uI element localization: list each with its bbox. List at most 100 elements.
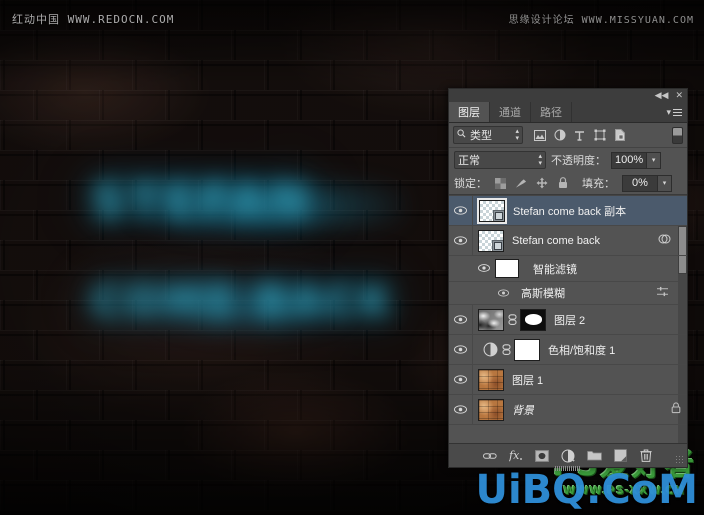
add-layer-mask-icon[interactable] xyxy=(535,448,550,463)
filter-icon-group xyxy=(533,129,626,142)
lock-image-pixels-icon[interactable] xyxy=(515,177,527,189)
fill-label: 填充： xyxy=(582,178,615,190)
collapse-panel-icon[interactable]: ◀◀ xyxy=(655,91,669,100)
table-row[interactable]: 智能滤镜 xyxy=(449,256,687,282)
link-mask-icon[interactable] xyxy=(507,313,517,326)
adjustment-layer-icon[interactable] xyxy=(553,129,566,142)
smart-filter-icon[interactable] xyxy=(658,233,671,249)
filter-name[interactable]: 高斯模糊 xyxy=(521,285,565,301)
layers-list[interactable]: Stefan come back 副本 Stefan come back 智能滤… xyxy=(449,195,687,443)
link-mask-icon[interactable] xyxy=(501,343,511,356)
opacity-control[interactable]: 100% ▾ xyxy=(611,151,662,169)
layer-style-fx-icon[interactable]: fx xyxy=(509,448,524,463)
shape-layer-icon[interactable] xyxy=(593,129,606,142)
opacity-dropdown-icon[interactable]: ▾ xyxy=(647,151,662,169)
layer-name[interactable]: 图层 1 xyxy=(512,372,543,388)
layer-mask-thumbnail[interactable] xyxy=(514,338,540,361)
lock-row: 锁定： 填充： 0% ▾ xyxy=(449,172,687,195)
smart-object-badge-icon xyxy=(492,239,503,251)
eye-icon xyxy=(497,288,511,298)
lock-transparent-pixels-icon[interactable] xyxy=(494,177,506,189)
layer-name[interactable]: Stefan come back xyxy=(512,235,600,247)
layer-thumbnail[interactable] xyxy=(477,197,507,224)
table-row[interactable]: 色相/饱和度 1 xyxy=(449,335,687,365)
white-mask xyxy=(515,339,539,360)
blend-mode-value: 正常 xyxy=(458,155,480,167)
close-panel-icon[interactable]: ✕ xyxy=(675,91,683,100)
layer-visibility-toggle[interactable] xyxy=(449,335,473,364)
watermark-top-left: 红动中国 WWW.REDOCN.COM xyxy=(12,13,175,26)
layer-name[interactable]: 图层 2 xyxy=(554,312,585,328)
layer-thumbnail[interactable] xyxy=(478,308,504,331)
fill-value[interactable]: 0% xyxy=(622,174,658,192)
new-adjustment-layer-icon[interactable] xyxy=(561,448,576,463)
row-end-icons xyxy=(658,233,671,249)
fill-control[interactable]: 0% ▾ xyxy=(622,174,672,192)
smart-filter-group-label[interactable]: 智能滤镜 xyxy=(533,261,577,277)
layer-thumbnail[interactable] xyxy=(478,398,504,421)
opacity-label: 不透明度： xyxy=(551,155,606,167)
eye-icon xyxy=(454,375,467,384)
new-layer-icon[interactable] xyxy=(613,448,628,463)
layer-visibility-toggle[interactable] xyxy=(449,365,473,394)
table-row[interactable]: 背景 xyxy=(449,395,687,425)
panel-bottom-resize-handle[interactable] xyxy=(555,466,581,471)
watermark-uibq: UiBQ.CoM xyxy=(475,467,698,513)
table-row[interactable]: 高斯模糊 xyxy=(449,282,687,305)
stepper-arrows-icon: ▴ ▾ xyxy=(515,128,519,142)
eye-icon xyxy=(454,405,467,414)
search-icon xyxy=(457,129,466,141)
filter-enable-toggle[interactable] xyxy=(672,126,683,144)
panel-titlebar: ◀◀ ✕ xyxy=(449,89,687,102)
link-layers-icon[interactable] xyxy=(483,448,498,463)
stepper-arrows-icon: ▴ ▾ xyxy=(538,153,542,167)
eye-icon xyxy=(477,264,491,273)
blend-mode-select[interactable]: 正常 ▴ ▾ xyxy=(454,151,546,169)
smart-filter-visibility-toggle[interactable] xyxy=(473,264,495,273)
svg-text:fx: fx xyxy=(509,449,520,462)
eye-icon xyxy=(454,345,467,354)
lock-position-icon[interactable] xyxy=(536,177,548,189)
filter-visibility-toggle[interactable] xyxy=(493,288,515,298)
lock-icon-group xyxy=(494,177,569,189)
new-group-icon[interactable] xyxy=(586,448,602,463)
cloud-texture-thumb xyxy=(479,309,503,330)
watermark-top-right: 思缘设计论坛 WWW.MISSYUAN.COM xyxy=(508,15,694,26)
table-row[interactable]: Stefan come back xyxy=(449,226,687,256)
tab-channels[interactable]: 通道 xyxy=(490,102,531,122)
smart-object-filter-icon[interactable] xyxy=(613,129,626,142)
panel-resize-grip[interactable] xyxy=(675,455,685,465)
layer-filter-row: 类型 ▴ ▾ xyxy=(449,123,687,148)
opacity-value[interactable]: 100% xyxy=(611,151,648,169)
layer-name[interactable]: Stefan come back 副本 xyxy=(513,203,626,219)
layer-thumbnail[interactable] xyxy=(478,368,504,391)
table-row[interactable]: 图层 2 xyxy=(449,305,687,335)
hue-saturation-icon[interactable] xyxy=(483,342,498,357)
filter-blending-options-icon[interactable] xyxy=(656,286,669,300)
row-end-icons xyxy=(656,286,669,300)
layer-mask-thumbnail[interactable] xyxy=(520,308,546,331)
panel-footer-toolbar: fx xyxy=(449,443,687,467)
type-layer-icon[interactable] xyxy=(573,129,586,142)
layer-visibility-toggle[interactable] xyxy=(449,226,473,255)
layer-visibility-toggle[interactable] xyxy=(449,305,473,334)
layer-visibility-toggle[interactable] xyxy=(449,395,473,424)
lock-all-icon[interactable] xyxy=(557,177,569,189)
panel-menu-button[interactable]: ▾ xyxy=(666,102,687,122)
chevron-down-icon: ▾ xyxy=(666,106,671,117)
smart-filter-mask-thumbnail[interactable] xyxy=(495,259,519,278)
brick-texture-thumb xyxy=(479,399,503,420)
table-row[interactable]: Stefan come back 副本 xyxy=(449,196,687,226)
filter-kind-select[interactable]: 类型 ▴ ▾ xyxy=(453,126,523,144)
tab-paths[interactable]: 路径 xyxy=(531,102,572,122)
layer-name[interactable]: 背景 xyxy=(512,402,534,418)
pixel-layer-icon[interactable] xyxy=(533,129,546,142)
table-row[interactable]: 图层 1 xyxy=(449,365,687,395)
layer-name[interactable]: 色相/饱和度 1 xyxy=(548,342,615,358)
layer-visibility-toggle[interactable] xyxy=(449,196,473,225)
layer-thumbnail[interactable] xyxy=(478,229,504,252)
hamburger-icon xyxy=(673,107,682,118)
delete-layer-icon[interactable] xyxy=(639,448,654,463)
tab-layers[interactable]: 图层 xyxy=(449,102,490,122)
fill-dropdown-icon[interactable]: ▾ xyxy=(658,174,672,192)
